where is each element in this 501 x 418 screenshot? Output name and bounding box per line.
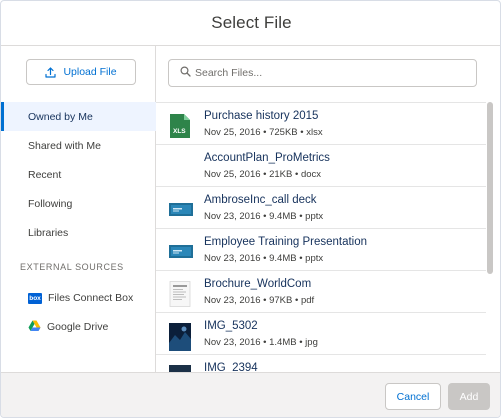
file-row[interactable]: Employee Training Presentation Nov 23, 2… bbox=[156, 228, 486, 270]
file-name: IMG_5302 bbox=[204, 320, 258, 332]
external-source-files-connect-box[interactable]: box Files Connect Box bbox=[28, 288, 133, 308]
file-name: Purchase history 2015 bbox=[204, 110, 319, 122]
file-meta: Nov 23, 2016 • 97KB • pdf bbox=[204, 295, 315, 306]
google-drive-icon bbox=[28, 320, 41, 335]
sidebar-item-label: Libraries bbox=[28, 226, 69, 239]
external-source-label: Files Connect Box bbox=[48, 292, 134, 304]
sidebar: Upload File Owned by Me Shared with Me R… bbox=[1, 46, 156, 372]
file-row[interactable]: XLS Purchase history 2015 Nov 25, 2016 •… bbox=[156, 102, 486, 144]
file-meta: Nov 23, 2016 • 9.4MB • pptx bbox=[204, 253, 324, 264]
sidebar-item-label: Shared with Me bbox=[28, 139, 101, 152]
slide-thumbnail-icon bbox=[169, 197, 193, 221]
file-name: Brochure_WorldCom bbox=[204, 278, 312, 290]
svg-text:XLS: XLS bbox=[173, 128, 186, 135]
file-meta: Nov 25, 2016 • 21KB • docx bbox=[204, 169, 322, 180]
file-row[interactable]: AccountPlan_ProMetrics Nov 25, 2016 • 21… bbox=[156, 144, 486, 186]
photo-thumbnail-icon bbox=[169, 323, 191, 351]
sidebar-item-following[interactable]: Following bbox=[1, 189, 156, 218]
sidebar-nav: Owned by Me Shared with Me Recent Follow… bbox=[1, 102, 156, 247]
slide-thumbnail-icon bbox=[169, 239, 193, 263]
search-box[interactable] bbox=[168, 59, 477, 87]
external-source-google-drive[interactable]: Google Drive bbox=[28, 317, 108, 337]
sidebar-item-owned-by-me[interactable]: Owned by Me bbox=[1, 102, 156, 131]
file-name: IMG_2394 bbox=[204, 362, 258, 372]
box-icon: box bbox=[28, 292, 42, 304]
sidebar-item-libraries[interactable]: Libraries bbox=[1, 218, 156, 247]
search-input[interactable] bbox=[195, 67, 465, 79]
file-browser: XLS Purchase history 2015 Nov 25, 2016 •… bbox=[156, 46, 500, 372]
file-meta: Nov 23, 2016 • 9.4MB • pptx bbox=[204, 211, 324, 222]
cancel-button[interactable]: Cancel bbox=[385, 383, 441, 410]
dialog-header: Select File bbox=[1, 1, 500, 46]
file-list: XLS Purchase history 2015 Nov 25, 2016 •… bbox=[156, 102, 486, 372]
file-name: AccountPlan_ProMetrics bbox=[204, 152, 330, 164]
sidebar-item-label: Owned by Me bbox=[28, 110, 93, 123]
file-row[interactable]: Brochure_WorldCom Nov 23, 2016 • 97KB • … bbox=[156, 270, 486, 312]
sidebar-item-recent[interactable]: Recent bbox=[1, 160, 156, 189]
file-meta: Nov 23, 2016 • 1.4MB • jpg bbox=[204, 337, 318, 348]
file-name: Employee Training Presentation bbox=[204, 236, 368, 248]
file-meta: Nov 25, 2016 • 725KB • xlsx bbox=[204, 127, 323, 138]
upload-file-button[interactable]: Upload File bbox=[26, 59, 136, 85]
upload-file-label: Upload File bbox=[63, 66, 117, 78]
select-file-dialog: Select File Upload File Owned by Me Shar… bbox=[0, 0, 501, 418]
sidebar-item-label: Following bbox=[28, 197, 73, 210]
dialog-title: Select File bbox=[211, 13, 292, 32]
file-row[interactable]: AmbroseInc_call deck Nov 23, 2016 • 9.4M… bbox=[156, 186, 486, 228]
search-icon bbox=[180, 66, 191, 80]
photo-thumbnail-icon bbox=[169, 365, 191, 372]
sidebar-item-shared-with-me[interactable]: Shared with Me bbox=[1, 131, 156, 160]
file-row[interactable]: IMG_5302 Nov 23, 2016 • 1.4MB • jpg bbox=[156, 312, 486, 354]
sidebar-item-label: Recent bbox=[28, 168, 62, 181]
external-source-label: Google Drive bbox=[47, 321, 109, 333]
upload-icon bbox=[45, 66, 57, 78]
file-row[interactable]: IMG_2394 bbox=[156, 354, 486, 372]
add-button[interactable]: Add bbox=[448, 383, 490, 410]
dialog-footer: Cancel Add bbox=[1, 372, 500, 417]
file-name: AmbroseInc_call deck bbox=[204, 194, 317, 206]
file-list-scrollbar[interactable] bbox=[487, 102, 493, 274]
external-sources-heading: EXTERNAL SOURCES bbox=[20, 262, 124, 272]
document-thumbnail-icon bbox=[169, 281, 191, 307]
excel-icon: XLS bbox=[169, 113, 191, 138]
